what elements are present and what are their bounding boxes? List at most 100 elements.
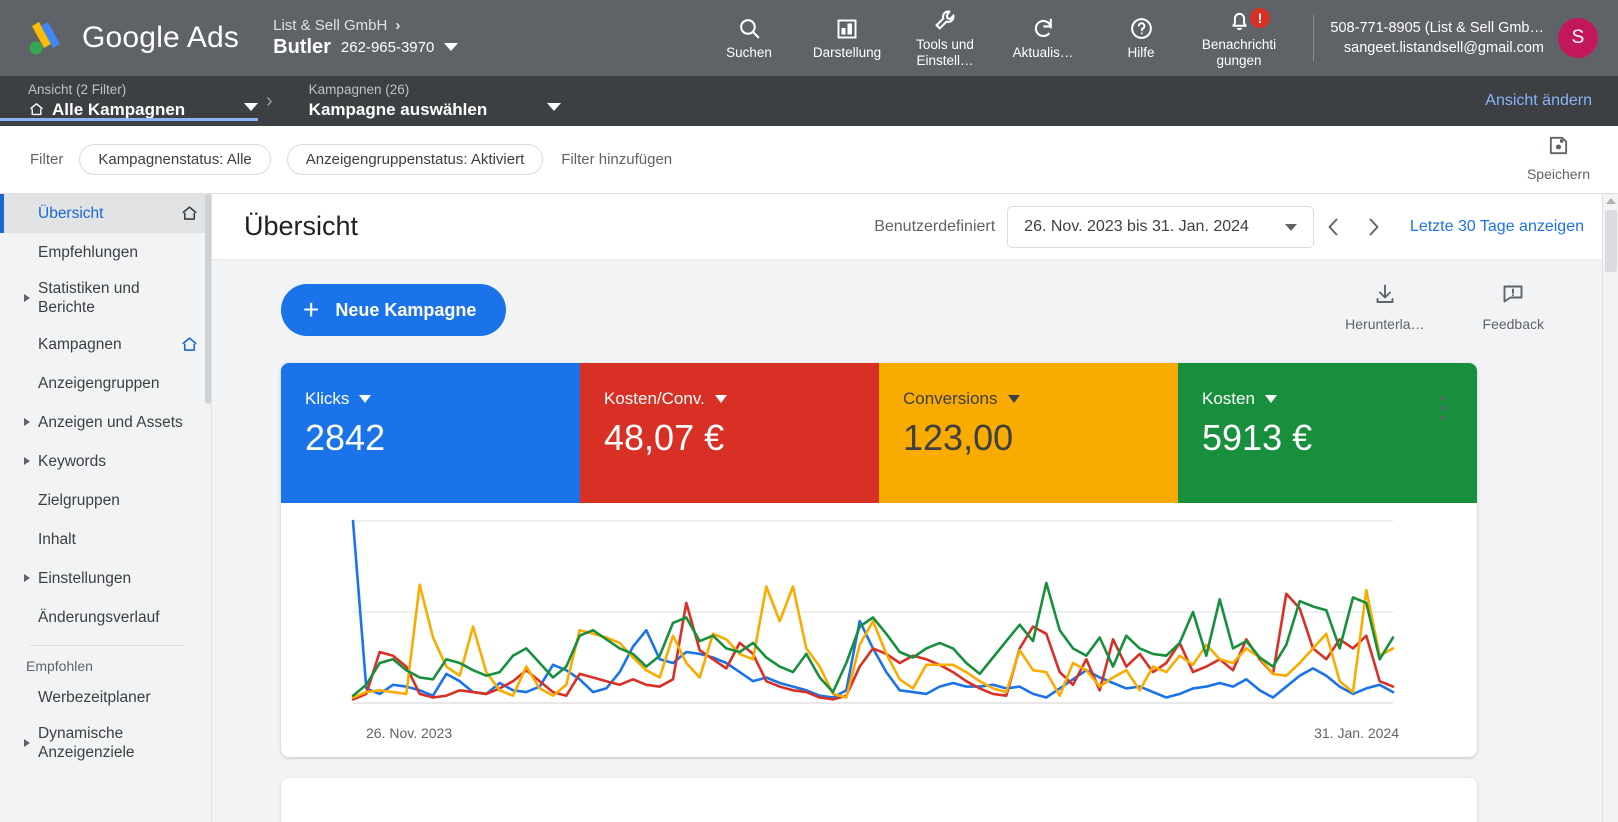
reporting-icon: [835, 16, 859, 42]
expand-arrow-icon[interactable]: [24, 418, 30, 427]
chart-x-axis-start-label: 26. Nov. 2023: [366, 725, 453, 741]
filter-chip-campaign-status[interactable]: Kampagnenstatus: Alle: [79, 144, 271, 175]
sidebar-item-empfehlungen[interactable]: Empfehlungen: [0, 233, 211, 272]
account-name: Butler: [273, 35, 331, 58]
scorecard-value: 2842: [305, 417, 386, 458]
header-action-label: Aktualis…: [1012, 44, 1074, 60]
sidebar-item-label: Einstellungen: [38, 569, 132, 587]
product-name: Google Ads: [82, 21, 240, 54]
save-disk-icon: [1547, 134, 1570, 162]
save-view-button[interactable]: Speichern: [1527, 134, 1590, 182]
user-account-block[interactable]: 508-771-8905 (List & Sell Gmb… sangeet.l…: [1303, 0, 1598, 76]
header-action-label: Benachrichti gungen: [1201, 36, 1277, 68]
scorecard-kosten-pro-conv[interactable]: Kosten/Conv. 48,07 €: [580, 363, 879, 503]
header-action-search[interactable]: Suchen: [700, 0, 798, 76]
campaign-dropdown-caret-icon[interactable]: [546, 103, 561, 112]
account-parent-row: List & Sell GmbH ›: [273, 17, 458, 35]
download-button[interactable]: Herunterla…: [1345, 282, 1425, 332]
sidebar-item-statistiken-und-berichte[interactable]: Statistiken und Berichte: [0, 272, 211, 325]
top-header-bar: Google Ads List & Sell GmbH › Butler 262…: [0, 0, 1618, 76]
chevron-down-icon[interactable]: [359, 395, 372, 403]
home-icon: [28, 101, 45, 118]
account-current-row: Butler 262-965-3970: [273, 35, 459, 60]
sidebar-item-anzeigen-und-assets[interactable]: Anzeigen und Assets: [0, 403, 211, 442]
campaign-selector[interactable]: Kampagnen (26) Kampagne auswählen: [281, 81, 561, 121]
scorecard-metric-name: Kosten: [1202, 389, 1255, 408]
content-toolbar: + Neue Kampagne Herunterla… Feedback: [212, 260, 1602, 360]
chart-x-axis-end-label: 31. Jan. 2024: [1314, 725, 1399, 741]
notification-badge: !: [1250, 8, 1270, 28]
chevron-down-icon[interactable]: [714, 395, 727, 403]
chevron-down-icon[interactable]: [1284, 223, 1297, 231]
scorecard-label-row: Conversions: [903, 389, 1178, 409]
header-action-help[interactable]: Hilfe: [1092, 0, 1190, 76]
avatar[interactable]: S: [1558, 18, 1598, 58]
change-view-link[interactable]: Ansicht ändern: [1485, 92, 1592, 110]
show-last-30-days-link[interactable]: Letzte 30 Tage anzeigen: [1410, 218, 1584, 236]
scorecard-kosten[interactable]: Kosten 5913 €: [1178, 363, 1477, 503]
new-campaign-button[interactable]: + Neue Kampagne: [281, 284, 507, 336]
header-action-refresh[interactable]: Aktualis…: [994, 0, 1092, 76]
feedback-button[interactable]: Feedback: [1483, 282, 1544, 332]
account-switcher[interactable]: List & Sell GmbH › Butler 262-965-3970: [273, 17, 459, 60]
sidebar-item-einstellungen[interactable]: Einstellungen: [0, 559, 211, 598]
sidebar-item-uebersicht[interactable]: Übersicht: [0, 194, 211, 233]
chevron-down-icon[interactable]: [444, 43, 459, 52]
header-action-tools[interactable]: Tools und Einstell…: [896, 0, 994, 76]
scorecard-value: 5913 €: [1202, 417, 1313, 458]
chevron-down-icon[interactable]: [1264, 395, 1277, 403]
sidebar-scrollbar-thumb[interactable]: [205, 194, 211, 404]
date-range-controls: Benutzerdefiniert 26. Nov. 2023 bis 31. …: [874, 194, 1584, 260]
help-circle-icon: [1129, 16, 1154, 42]
main-scrollbar[interactable]: [1602, 194, 1618, 822]
download-label: Herunterla…: [1345, 316, 1425, 332]
sidebar-item-aenderungsverlauf[interactable]: Änderungsverlauf: [0, 598, 211, 637]
sidebar-item-dynamische-anzeigenziele[interactable]: Dynamische Anzeigenziele: [0, 717, 211, 770]
sidebar-item-zielgruppen[interactable]: Zielgruppen: [0, 481, 211, 520]
chevron-down-icon[interactable]: [1007, 395, 1020, 403]
header-action-reporting[interactable]: Darstellung: [798, 0, 896, 76]
view-dropdown-caret-icon[interactable]: [244, 103, 258, 112]
sidebar-item-label: Änderungsverlauf: [38, 608, 160, 626]
feedback-label: Feedback: [1482, 316, 1544, 332]
view-caption: Ansicht (2 Filter): [28, 82, 127, 98]
performance-overview-card: Klicks 2842 Kosten/Conv. 48,07 € Convers…: [281, 363, 1477, 757]
add-filter-button[interactable]: Filter hinzufügen: [561, 151, 672, 168]
header-action-notifications[interactable]: ! Benachrichti gungen: [1190, 0, 1288, 76]
save-label: Speichern: [1526, 166, 1590, 182]
sidebar-item-werbezeitplaner[interactable]: Werbezeitplaner: [0, 678, 211, 717]
sidebar-item-inhalt[interactable]: Inhalt: [0, 520, 211, 559]
card-overflow-menu-icon[interactable]: [1431, 393, 1455, 423]
scroll-up-arrow-icon[interactable]: [1606, 198, 1616, 204]
google-ads-logo-icon: [24, 18, 68, 58]
expand-arrow-icon[interactable]: [24, 574, 30, 583]
new-campaign-label: Neue Kampagne: [335, 299, 477, 320]
context-selector-bar: Ansicht (2 Filter) Alle Kampagnen › Kamp…: [0, 76, 1618, 126]
date-range-value: 26. Nov. 2023 bis 31. Jan. 2024: [1024, 218, 1249, 235]
next-period-button[interactable]: [1354, 207, 1394, 247]
account-parent-name: List & Sell GmbH: [273, 16, 388, 34]
sidebar-item-label: Anzeigen und Assets: [38, 413, 183, 431]
page-title: Übersicht: [244, 211, 359, 241]
scorecard-conversions[interactable]: Conversions 123,00: [879, 363, 1178, 503]
download-icon: [1373, 282, 1397, 311]
date-range-preset-label: Benutzerdefiniert: [874, 218, 996, 235]
sidebar-item-anzeigengruppen[interactable]: Anzeigengruppen: [0, 364, 211, 403]
expand-arrow-icon[interactable]: [24, 739, 30, 748]
brand-logo-group[interactable]: Google Ads: [24, 18, 239, 58]
sidebar-item-kampagnen[interactable]: Kampagnen: [0, 325, 211, 364]
performance-line-chart[interactable]: 26. Nov. 2023 31. Jan. 2024: [281, 503, 1477, 757]
date-range-picker[interactable]: 26. Nov. 2023 bis 31. Jan. 2024: [1007, 206, 1314, 248]
main-scrollbar-thumb[interactable]: [1605, 210, 1617, 272]
previous-period-button[interactable]: [1314, 207, 1354, 247]
expand-arrow-icon[interactable]: [24, 294, 30, 303]
expand-arrow-icon[interactable]: [24, 457, 30, 466]
scorecard-klicks[interactable]: Klicks 2842: [281, 363, 580, 503]
scorecard-metric-name: Conversions: [903, 389, 998, 408]
sidebar-scrollbar[interactable]: [205, 194, 211, 822]
view-selector[interactable]: Ansicht (2 Filter) Alle Kampagnen: [0, 81, 258, 121]
header-action-label: Suchen: [726, 44, 772, 60]
sidebar-navigation: Übersicht Empfehlungen Statistiken und B…: [0, 194, 212, 822]
filter-chip-adgroup-status[interactable]: Anzeigengruppenstatus: Aktiviert: [286, 144, 544, 175]
sidebar-item-keywords[interactable]: Keywords: [0, 442, 211, 481]
